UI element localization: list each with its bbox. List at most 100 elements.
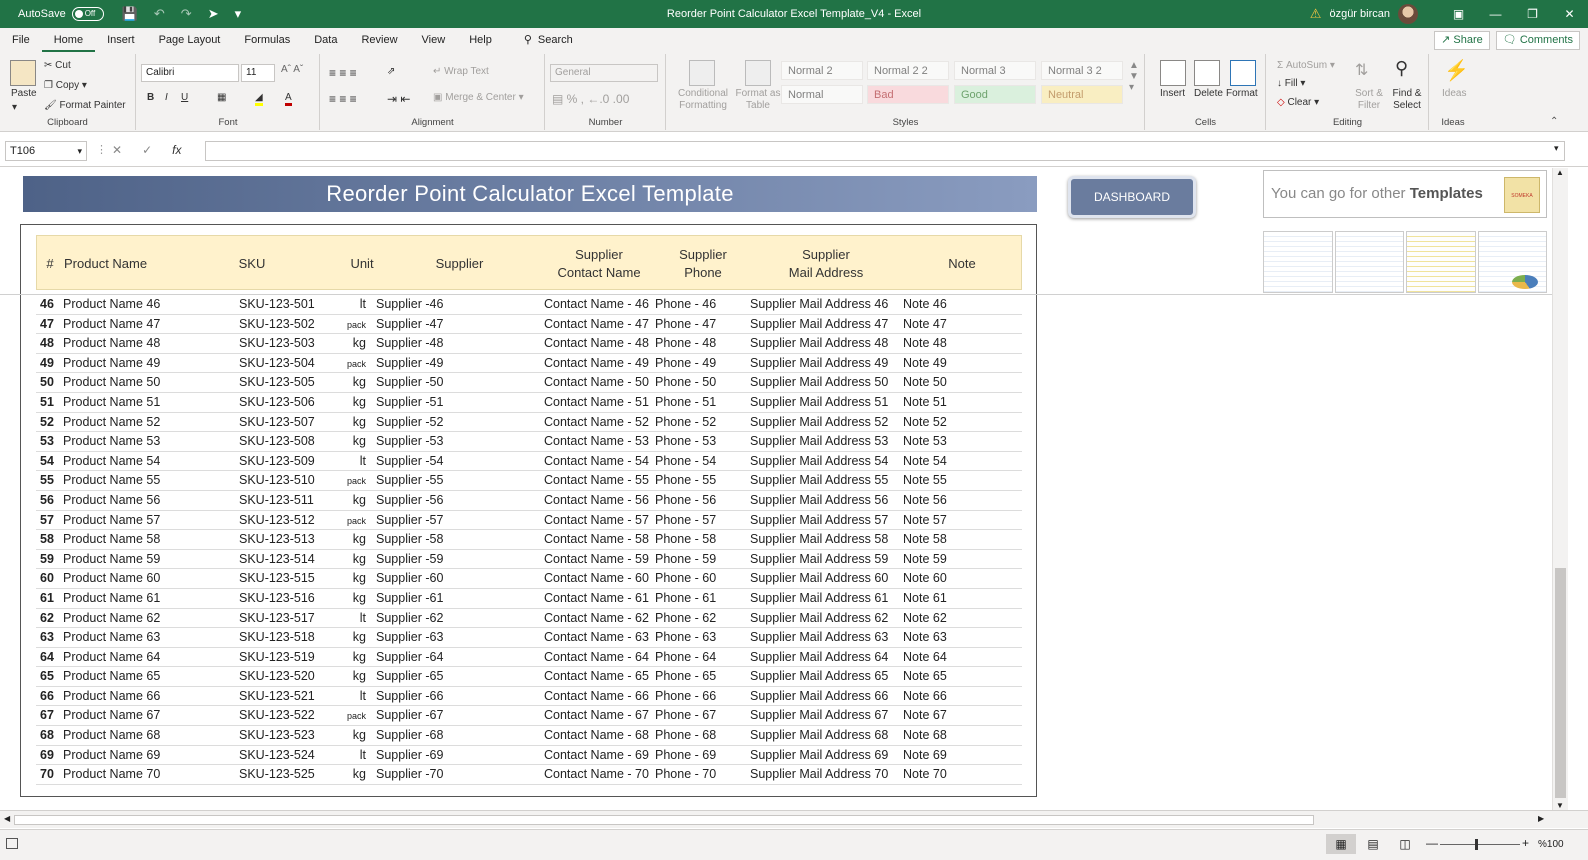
- phone-cell[interactable]: Phone - 69: [655, 748, 745, 762]
- table-row[interactable]: 53 Product Name 53 SKU-123-508 kg Supplier -…: [36, 432, 1022, 452]
- unit-cell[interactable]: pack: [336, 516, 366, 526]
- phone-cell[interactable]: Phone - 65: [655, 669, 745, 683]
- sku-cell[interactable]: SKU-123-510: [239, 473, 339, 487]
- table-row[interactable]: 59 Product Name 59 SKU-123-514 kg Supplier -…: [36, 550, 1022, 570]
- phone-cell[interactable]: Phone - 62: [655, 611, 745, 625]
- table-row[interactable]: 47 Product Name 47 SKU-123-502 pack Supplier…: [36, 315, 1022, 335]
- orientation-icon[interactable]: ⇗: [387, 66, 395, 77]
- style-neutral[interactable]: Neutral: [1041, 85, 1123, 104]
- zoom-in-icon[interactable]: +: [1522, 836, 1529, 850]
- vertical-scrollbar[interactable]: ▲ ▼: [1552, 168, 1568, 810]
- mail-address-cell[interactable]: Supplier Mail Address 68: [750, 728, 900, 742]
- mail-address-cell[interactable]: Supplier Mail Address 49: [750, 356, 900, 370]
- mail-address-cell[interactable]: Supplier Mail Address 64: [750, 650, 900, 664]
- product-name-cell[interactable]: Product Name 47: [63, 317, 233, 331]
- supplier-cell[interactable]: Supplier -59: [376, 552, 536, 566]
- table-row[interactable]: 68 Product Name 68 SKU-123-523 kg Supplier -…: [36, 726, 1022, 746]
- unit-cell[interactable]: kg: [336, 395, 366, 409]
- ribbon-display-icon[interactable]: ▣: [1440, 7, 1477, 21]
- row-number[interactable]: 57: [40, 513, 62, 527]
- align-left-icon[interactable]: ≡ ≡ ≡: [329, 92, 357, 106]
- supplier-cell[interactable]: Supplier -69: [376, 748, 536, 762]
- find-select-icon[interactable]: ⚲: [1395, 58, 1408, 79]
- contact-name-cell[interactable]: Contact Name - 59: [544, 552, 655, 566]
- table-row[interactable]: 63 Product Name 63 SKU-123-518 kg Supplier -…: [36, 628, 1022, 648]
- search-box[interactable]: ⚲ Search: [504, 28, 585, 52]
- phone-cell[interactable]: Phone - 68: [655, 728, 745, 742]
- row-number[interactable]: 70: [40, 767, 62, 781]
- unit-cell[interactable]: kg: [336, 630, 366, 644]
- note-cell[interactable]: Note 69: [903, 748, 1013, 762]
- currency-icon[interactable]: ▤ % , ←.0 .00: [552, 92, 629, 106]
- clear-button[interactable]: ◇ Clear ▾: [1277, 97, 1319, 108]
- note-cell[interactable]: Note 52: [903, 415, 1013, 429]
- scroll-right-icon[interactable]: ▶: [1538, 814, 1544, 823]
- row-number[interactable]: 47: [40, 317, 62, 331]
- italic-icon[interactable]: I: [165, 92, 168, 103]
- table-row[interactable]: 60 Product Name 60 SKU-123-515 kg Supplier -…: [36, 569, 1022, 589]
- sku-cell[interactable]: SKU-123-519: [239, 650, 339, 664]
- font-size-dropdown[interactable]: 11: [241, 64, 275, 82]
- contact-name-cell[interactable]: Contact Name - 60: [544, 571, 655, 585]
- phone-cell[interactable]: Phone - 63: [655, 630, 745, 644]
- header-num[interactable]: #: [41, 236, 59, 291]
- insert-function-icon[interactable]: fx: [172, 143, 181, 157]
- sku-cell[interactable]: SKU-123-520: [239, 669, 339, 683]
- tab-help[interactable]: Help: [457, 28, 504, 52]
- mail-address-cell[interactable]: Supplier Mail Address 51: [750, 395, 900, 409]
- contact-name-cell[interactable]: Contact Name - 68: [544, 728, 655, 742]
- paste-button[interactable]: Paste: [11, 88, 37, 99]
- align-top-icon[interactable]: ≡ ≡ ≡: [329, 66, 357, 80]
- cancel-icon[interactable]: ✕: [112, 143, 122, 157]
- unit-cell[interactable]: lt: [336, 689, 366, 703]
- sku-cell[interactable]: SKU-123-502: [239, 317, 339, 331]
- supplier-cell[interactable]: Supplier -56: [376, 493, 536, 507]
- horizontal-scrollbar[interactable]: ◀ ▶: [0, 810, 1588, 828]
- supplier-cell[interactable]: Supplier -53: [376, 434, 536, 448]
- product-name-cell[interactable]: Product Name 68: [63, 728, 233, 742]
- note-cell[interactable]: Note 51: [903, 395, 1013, 409]
- row-number[interactable]: 63: [40, 630, 62, 644]
- unit-cell[interactable]: kg: [336, 493, 366, 507]
- template-thumbnails[interactable]: [1263, 231, 1547, 293]
- sku-cell[interactable]: SKU-123-525: [239, 767, 339, 781]
- format-as-table-icon[interactable]: [745, 60, 771, 86]
- merge-center-button[interactable]: ▣ Merge & Center ▾: [433, 92, 524, 103]
- undo-icon[interactable]: ↶: [154, 6, 165, 22]
- row-number[interactable]: 48: [40, 336, 62, 350]
- product-name-cell[interactable]: Product Name 60: [63, 571, 233, 585]
- sku-cell[interactable]: SKU-123-517: [239, 611, 339, 625]
- mail-address-cell[interactable]: Supplier Mail Address 66: [750, 689, 900, 703]
- product-name-cell[interactable]: Product Name 67: [63, 708, 233, 722]
- zoom-slider-handle[interactable]: [1475, 839, 1478, 850]
- unit-cell[interactable]: kg: [336, 415, 366, 429]
- collapse-ribbon-icon[interactable]: ⌃: [1550, 116, 1558, 127]
- supplier-cell[interactable]: Supplier -57: [376, 513, 536, 527]
- table-row[interactable]: 70 Product Name 70 SKU-123-525 kg Supplier -…: [36, 765, 1022, 785]
- mail-address-cell[interactable]: Supplier Mail Address 65: [750, 669, 900, 683]
- product-name-cell[interactable]: Product Name 51: [63, 395, 233, 409]
- mail-address-cell[interactable]: Supplier Mail Address 67: [750, 708, 900, 722]
- contact-name-cell[interactable]: Contact Name - 49: [544, 356, 655, 370]
- mail-address-cell[interactable]: Supplier Mail Address 63: [750, 630, 900, 644]
- supplier-cell[interactable]: Supplier -58: [376, 532, 536, 546]
- note-cell[interactable]: Note 66: [903, 689, 1013, 703]
- ideas-button[interactable]: Ideas: [1442, 88, 1466, 99]
- mail-address-cell[interactable]: Supplier Mail Address 70: [750, 767, 900, 781]
- phone-cell[interactable]: Phone - 58: [655, 532, 745, 546]
- tab-data[interactable]: Data: [302, 28, 349, 52]
- supplier-cell[interactable]: Supplier -47: [376, 317, 536, 331]
- tab-review[interactable]: Review: [349, 28, 409, 52]
- table-row[interactable]: 49 Product Name 49 SKU-123-504 pack Supplier…: [36, 354, 1022, 374]
- mail-address-cell[interactable]: Supplier Mail Address 61: [750, 591, 900, 605]
- phone-cell[interactable]: Phone - 54: [655, 454, 745, 468]
- phone-cell[interactable]: Phone - 52: [655, 415, 745, 429]
- phone-cell[interactable]: Phone - 59: [655, 552, 745, 566]
- header-phone[interactable]: Supplier Phone: [663, 236, 743, 291]
- sort-filter-icon[interactable]: ⇅: [1355, 60, 1368, 80]
- unit-cell[interactable]: kg: [336, 434, 366, 448]
- supplier-cell[interactable]: Supplier -64: [376, 650, 536, 664]
- supplier-cell[interactable]: Supplier -48: [376, 336, 536, 350]
- enter-icon[interactable]: ✓: [142, 143, 152, 157]
- note-cell[interactable]: Note 59: [903, 552, 1013, 566]
